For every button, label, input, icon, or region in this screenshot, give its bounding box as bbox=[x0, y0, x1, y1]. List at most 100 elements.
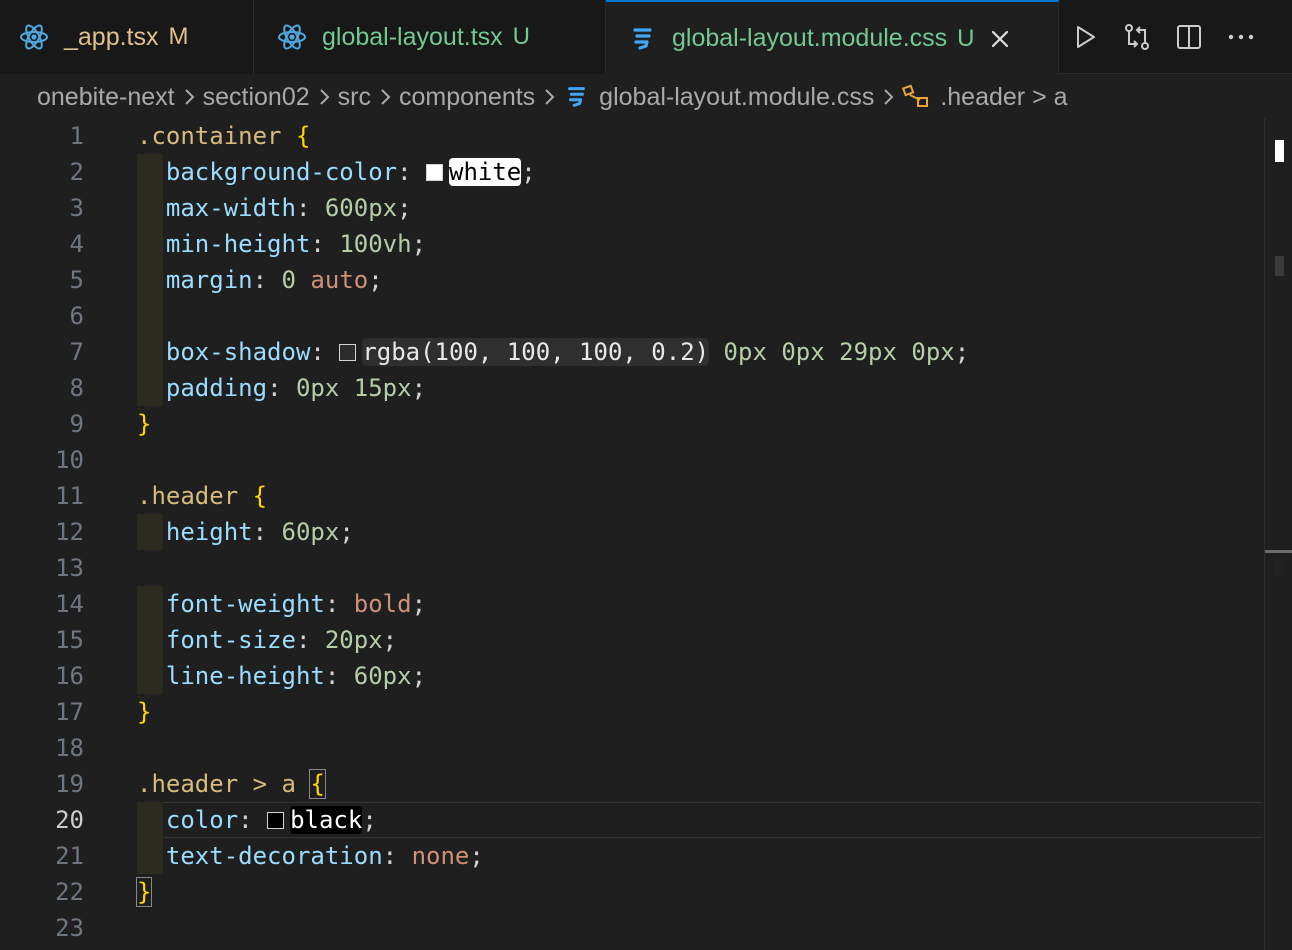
code-line-active: 20 color: black; bbox=[0, 802, 1262, 838]
code-line: 3 max-width: 600px; bbox=[0, 190, 1262, 226]
line-number: 3 bbox=[69, 194, 84, 222]
tab-label: global-layout.module.css bbox=[672, 24, 948, 52]
breadcrumb-item[interactable]: components bbox=[399, 83, 535, 112]
line-number: 21 bbox=[55, 842, 84, 870]
line-number: 8 bbox=[69, 374, 84, 402]
editor-actions bbox=[1059, 0, 1267, 74]
code-line: 12 height: 60px; bbox=[0, 514, 1262, 550]
compare-changes-icon[interactable] bbox=[1111, 0, 1163, 74]
code-line: 1 .container { bbox=[0, 118, 1262, 154]
line-number: 14 bbox=[55, 590, 84, 618]
css-property: color bbox=[165, 806, 239, 834]
code-line: 10 bbox=[0, 442, 1262, 478]
css-property: box-shadow bbox=[165, 338, 311, 366]
split-editor-icon[interactable] bbox=[1163, 0, 1215, 74]
tab-label: global-layout.tsx bbox=[322, 22, 503, 51]
code-editor[interactable]: 1 .container { 2 background-color: white… bbox=[0, 118, 1292, 950]
line-number: 1 bbox=[69, 122, 84, 150]
overview-marker bbox=[1275, 256, 1284, 276]
close-icon[interactable] bbox=[987, 26, 1013, 52]
code-line: 15 font-size: 20px; bbox=[0, 622, 1262, 658]
css-value: 60px bbox=[281, 518, 340, 546]
git-status-badge: M bbox=[168, 23, 189, 50]
css-value: auto bbox=[310, 266, 369, 294]
tab-app-tsx[interactable]: _app.tsx M bbox=[0, 0, 254, 74]
editor-tab-bar: _app.tsx M global-layout.tsx U global-la… bbox=[0, 0, 1292, 75]
color-swatch[interactable] bbox=[426, 164, 443, 181]
css-value: black bbox=[290, 806, 363, 834]
tab-label: _app.tsx bbox=[64, 22, 159, 51]
run-icon[interactable] bbox=[1059, 0, 1111, 74]
css-value: 0 bbox=[281, 266, 296, 294]
overview-marker bbox=[1275, 558, 1284, 576]
code-line: 21 text-decoration: none; bbox=[0, 838, 1262, 874]
chevron-right-icon bbox=[379, 87, 391, 107]
code-line: 17 } bbox=[0, 694, 1262, 730]
tab-global-layout-tsx[interactable]: global-layout.tsx U bbox=[254, 0, 606, 74]
css-property: min-height bbox=[165, 230, 311, 258]
css-selector: .container bbox=[137, 122, 282, 150]
react-icon bbox=[276, 21, 308, 53]
css-property: background-color bbox=[165, 158, 398, 186]
line-number: 11 bbox=[55, 482, 84, 510]
css-value: 0px 15px bbox=[295, 374, 412, 402]
tab-global-layout-module-css[interactable]: global-layout.module.css U bbox=[606, 0, 1059, 75]
line-number: 6 bbox=[69, 302, 84, 330]
css-value: 0px 0px 29px 0px bbox=[723, 338, 955, 366]
code-line: 8 padding: 0px 15px; bbox=[0, 370, 1262, 406]
css-icon bbox=[563, 84, 589, 110]
css-value: 60px bbox=[353, 662, 412, 690]
line-number: 16 bbox=[55, 662, 84, 690]
breadcrumb-item[interactable]: src bbox=[338, 83, 371, 112]
code-line: 16 line-height: 60px; bbox=[0, 658, 1262, 694]
line-number: 5 bbox=[69, 266, 84, 294]
line-number: 10 bbox=[55, 446, 84, 474]
chevron-right-icon bbox=[882, 87, 894, 107]
line-number: 20 bbox=[55, 806, 84, 834]
breadcrumb-item[interactable]: section02 bbox=[203, 83, 310, 112]
breadcrumb-item[interactable]: .header > a bbox=[940, 83, 1067, 112]
css-property: padding bbox=[165, 374, 268, 402]
css-value: 100vh bbox=[339, 230, 412, 258]
line-number: 23 bbox=[55, 914, 84, 942]
code-line: 22 } bbox=[0, 874, 1262, 910]
vertical-scrollbar[interactable] bbox=[1264, 118, 1292, 950]
line-number: 7 bbox=[69, 338, 84, 366]
chevron-right-icon bbox=[318, 87, 330, 107]
breadcrumb-item[interactable]: global-layout.module.css bbox=[599, 83, 874, 112]
git-status-badge: U bbox=[957, 24, 975, 52]
cursor-marker bbox=[1275, 140, 1284, 162]
code-line: 2 background-color: white; bbox=[0, 154, 1262, 190]
css-value: white bbox=[449, 158, 522, 186]
css-value: none bbox=[411, 842, 470, 870]
line-number: 2 bbox=[69, 158, 84, 186]
more-actions-icon[interactable] bbox=[1215, 0, 1267, 74]
color-swatch[interactable] bbox=[339, 344, 357, 361]
code-line: 14 font-weight: bold; bbox=[0, 586, 1262, 622]
css-property: font-size bbox=[165, 626, 296, 654]
line-number: 9 bbox=[69, 410, 84, 438]
line-number: 22 bbox=[55, 878, 84, 906]
breadcrumb-item[interactable]: onebite-next bbox=[37, 83, 175, 112]
code-line: 5 margin: 0 auto; bbox=[0, 262, 1262, 298]
css-property: font-weight bbox=[165, 590, 325, 618]
breadcrumb: onebite-next section02 src components gl… bbox=[0, 76, 1292, 118]
css-property: margin bbox=[165, 266, 253, 294]
code-line: 7 box-shadow: rgba(100, 100, 100, 0.2) 0… bbox=[0, 334, 1262, 370]
scroll-thumb[interactable] bbox=[1265, 550, 1292, 553]
code-line: 19 .header > a { bbox=[0, 766, 1262, 802]
code-line: 18 bbox=[0, 730, 1262, 766]
line-number: 4 bbox=[69, 230, 84, 258]
git-status-badge: U bbox=[512, 23, 530, 50]
react-icon bbox=[18, 21, 50, 53]
css-icon bbox=[626, 23, 658, 55]
css-selector: .header bbox=[137, 482, 239, 510]
color-swatch[interactable] bbox=[267, 812, 285, 829]
css-value: rgba(100, 100, 100, 0.2) bbox=[362, 338, 710, 366]
css-value: 20px bbox=[324, 626, 383, 654]
css-selector: .header > a bbox=[137, 770, 296, 798]
css-selector-icon bbox=[902, 84, 930, 110]
code-line: 9 } bbox=[0, 406, 1262, 442]
code-line: 6 bbox=[0, 298, 1262, 334]
line-number: 15 bbox=[55, 626, 84, 654]
